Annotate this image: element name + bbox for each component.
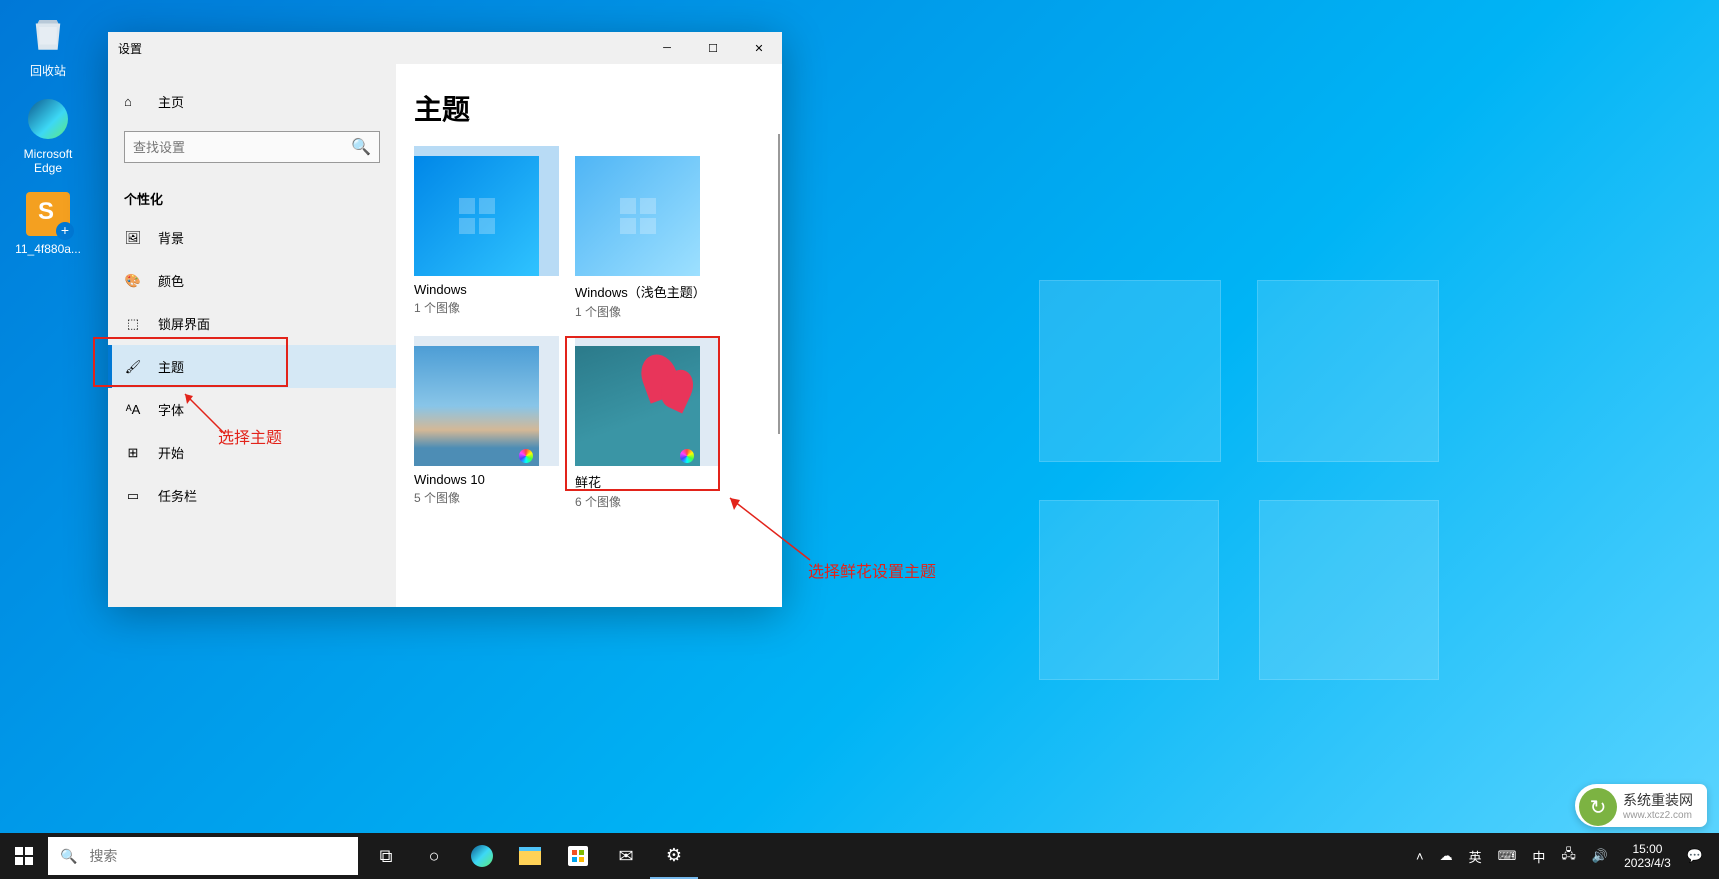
edge-label: Microsoft Edge	[8, 147, 88, 175]
watermark-url: www.xtcz2.com	[1623, 810, 1693, 821]
sidebar-item-label: 任务栏	[158, 486, 197, 505]
theme-card-windows[interactable]: Windows 1 个图像	[414, 146, 559, 320]
color-wheel-icon	[680, 449, 694, 463]
sidebar-item-fonts[interactable]: ᴬA 字体	[108, 388, 396, 431]
watermark-badge-icon: ↻	[1579, 788, 1617, 826]
color-wheel-icon	[519, 449, 533, 463]
picture-icon: 🖼	[124, 230, 142, 246]
theme-card-windows-light[interactable]: Windows（浅色主题） 1 个图像	[575, 146, 720, 320]
close-button[interactable]: ✕	[736, 32, 782, 64]
content-area: 主题 Windows 1 个图像 Windows（浅色主题） 1 个图像	[396, 64, 782, 607]
search-input[interactable]	[133, 140, 351, 155]
tray-ime2[interactable]: 中	[1524, 847, 1553, 866]
recycle-bin-icon[interactable]: 回收站	[8, 10, 88, 79]
sidebar-item-background[interactable]: 🖼 背景	[108, 216, 396, 259]
windows-icon	[15, 847, 33, 865]
tray-notifications-icon[interactable]: 💬	[1679, 848, 1711, 864]
theme-name: Windows（浅色主题）	[575, 282, 720, 301]
theme-card-windows10[interactable]: Windows 10 5 个图像	[414, 336, 559, 510]
start-button[interactable]	[0, 833, 48, 879]
sidebar-item-colors[interactable]: 🎨 颜色	[108, 259, 396, 302]
sidebar-home[interactable]: ⌂ 主页	[108, 82, 396, 121]
tray-onedrive-icon[interactable]: ☁	[1432, 848, 1461, 864]
tray-clock[interactable]: 15:002023/4/3	[1616, 842, 1679, 871]
edge-browser-icon[interactable]: Microsoft Edge	[8, 95, 88, 175]
search-placeholder: 搜索	[89, 846, 117, 866]
sidebar-search[interactable]: 🔍	[124, 131, 380, 163]
sidebar-item-taskbar[interactable]: ▭ 任务栏	[108, 474, 396, 517]
windows-logo-wallpaper	[1039, 280, 1439, 680]
grid-icon: ⊞	[124, 445, 142, 461]
sidebar-item-lockscreen[interactable]: ⬚ 锁屏界面	[108, 302, 396, 345]
recycle-bin-label: 回收站	[8, 62, 88, 79]
maximize-button[interactable]: ☐	[690, 32, 736, 64]
theme-thumbnail	[575, 346, 700, 466]
tray-volume-icon[interactable]: 🔊	[1584, 848, 1616, 864]
watermark-title: 系统重装网	[1623, 790, 1693, 810]
home-label: 主页	[158, 92, 184, 111]
taskbar: 🔍 搜索 ⧉ ○ ✉ ⚙ ˄ ☁ 英 ⌨ 中 🖧 🔊 15:002023/4/3 …	[0, 833, 1719, 879]
sidebar-item-label: 开始	[158, 443, 184, 462]
sidebar-item-label: 锁屏界面	[158, 314, 210, 333]
annotation-text-flower: 选择鲜花设置主题	[808, 558, 936, 582]
titlebar[interactable]: 设置 ─ ☐ ✕	[108, 32, 782, 64]
theme-count: 6 个图像	[575, 493, 720, 510]
desktop-file-icon[interactable]: + 11_4f880a...	[8, 190, 88, 256]
lock-icon: ⬚	[124, 316, 142, 332]
task-view-button[interactable]: ⧉	[362, 833, 410, 879]
window-title: 设置	[118, 40, 142, 57]
sidebar-item-label: 主题	[158, 357, 184, 376]
taskbar-explorer[interactable]	[506, 833, 554, 879]
search-icon: 🔍	[60, 848, 77, 865]
app-icon: +	[26, 192, 70, 236]
scrollbar[interactable]	[778, 134, 780, 434]
font-icon: ᴬA	[124, 402, 142, 417]
sidebar-item-label: 字体	[158, 400, 184, 419]
theme-thumbnail	[414, 156, 539, 276]
trash-icon	[27, 13, 69, 55]
sidebar-item-themes[interactable]: 🖌 主题	[108, 345, 396, 388]
sidebar-item-start[interactable]: ⊞ 开始	[108, 431, 396, 474]
taskbar-edge[interactable]	[458, 833, 506, 879]
theme-count: 1 个图像	[575, 303, 720, 320]
taskbar-mail[interactable]: ✉	[602, 833, 650, 879]
watermark: ↻ 系统重装网 www.xtcz2.com	[1575, 784, 1707, 827]
tray-ime1[interactable]: 英	[1461, 847, 1490, 866]
taskbar-store[interactable]	[554, 833, 602, 879]
tray-network-icon[interactable]: 🖧	[1553, 845, 1584, 867]
page-title: 主题	[414, 88, 764, 128]
tray-ime-icon[interactable]: ⌨	[1490, 848, 1525, 864]
theme-thumbnail	[414, 346, 539, 466]
sidebar-section-label: 个性化	[108, 173, 396, 216]
theme-count: 1 个图像	[414, 299, 559, 316]
tray-chevron-icon[interactable]: ˄	[1408, 849, 1432, 864]
sidebar-item-label: 背景	[158, 228, 184, 247]
palette-icon: 🎨	[124, 273, 142, 289]
cortana-button[interactable]: ○	[410, 833, 458, 879]
home-icon: ⌂	[124, 94, 142, 109]
edge-icon	[28, 99, 68, 139]
sidebar-item-label: 颜色	[158, 271, 184, 290]
minimize-button[interactable]: ─	[644, 32, 690, 64]
settings-window: 设置 ─ ☐ ✕ ⌂ 主页 🔍 个性化 🖼 背景 🎨 颜色 ⬚ 锁屏界面	[108, 32, 782, 607]
taskbar-settings[interactable]: ⚙	[650, 833, 698, 879]
theme-name: Windows	[414, 282, 559, 297]
desktop[interactable]: 回收站 Microsoft Edge + 11_4f880a... 设置 ─ ☐…	[0, 0, 1719, 879]
file-label: 11_4f880a...	[8, 242, 88, 256]
taskbar-search[interactable]: 🔍 搜索	[48, 837, 358, 875]
theme-name: Windows 10	[414, 472, 559, 487]
theme-thumbnail	[575, 156, 700, 276]
theme-name: 鲜花	[575, 472, 720, 491]
taskbar-icon: ▭	[124, 488, 142, 504]
sidebar: ⌂ 主页 🔍 个性化 🖼 背景 🎨 颜色 ⬚ 锁屏界面 🖌 主题 ᴬA 字体 ⊞ 开始 ▭ 任…	[108, 64, 396, 607]
system-tray: ˄ ☁ 英 ⌨ 中 🖧 🔊 15:002023/4/3 💬	[1408, 842, 1719, 871]
theme-card-flowers[interactable]: 鲜花 6 个图像	[575, 336, 720, 510]
search-icon: 🔍	[351, 137, 371, 157]
brush-icon: 🖌	[124, 359, 142, 375]
theme-count: 5 个图像	[414, 489, 559, 506]
